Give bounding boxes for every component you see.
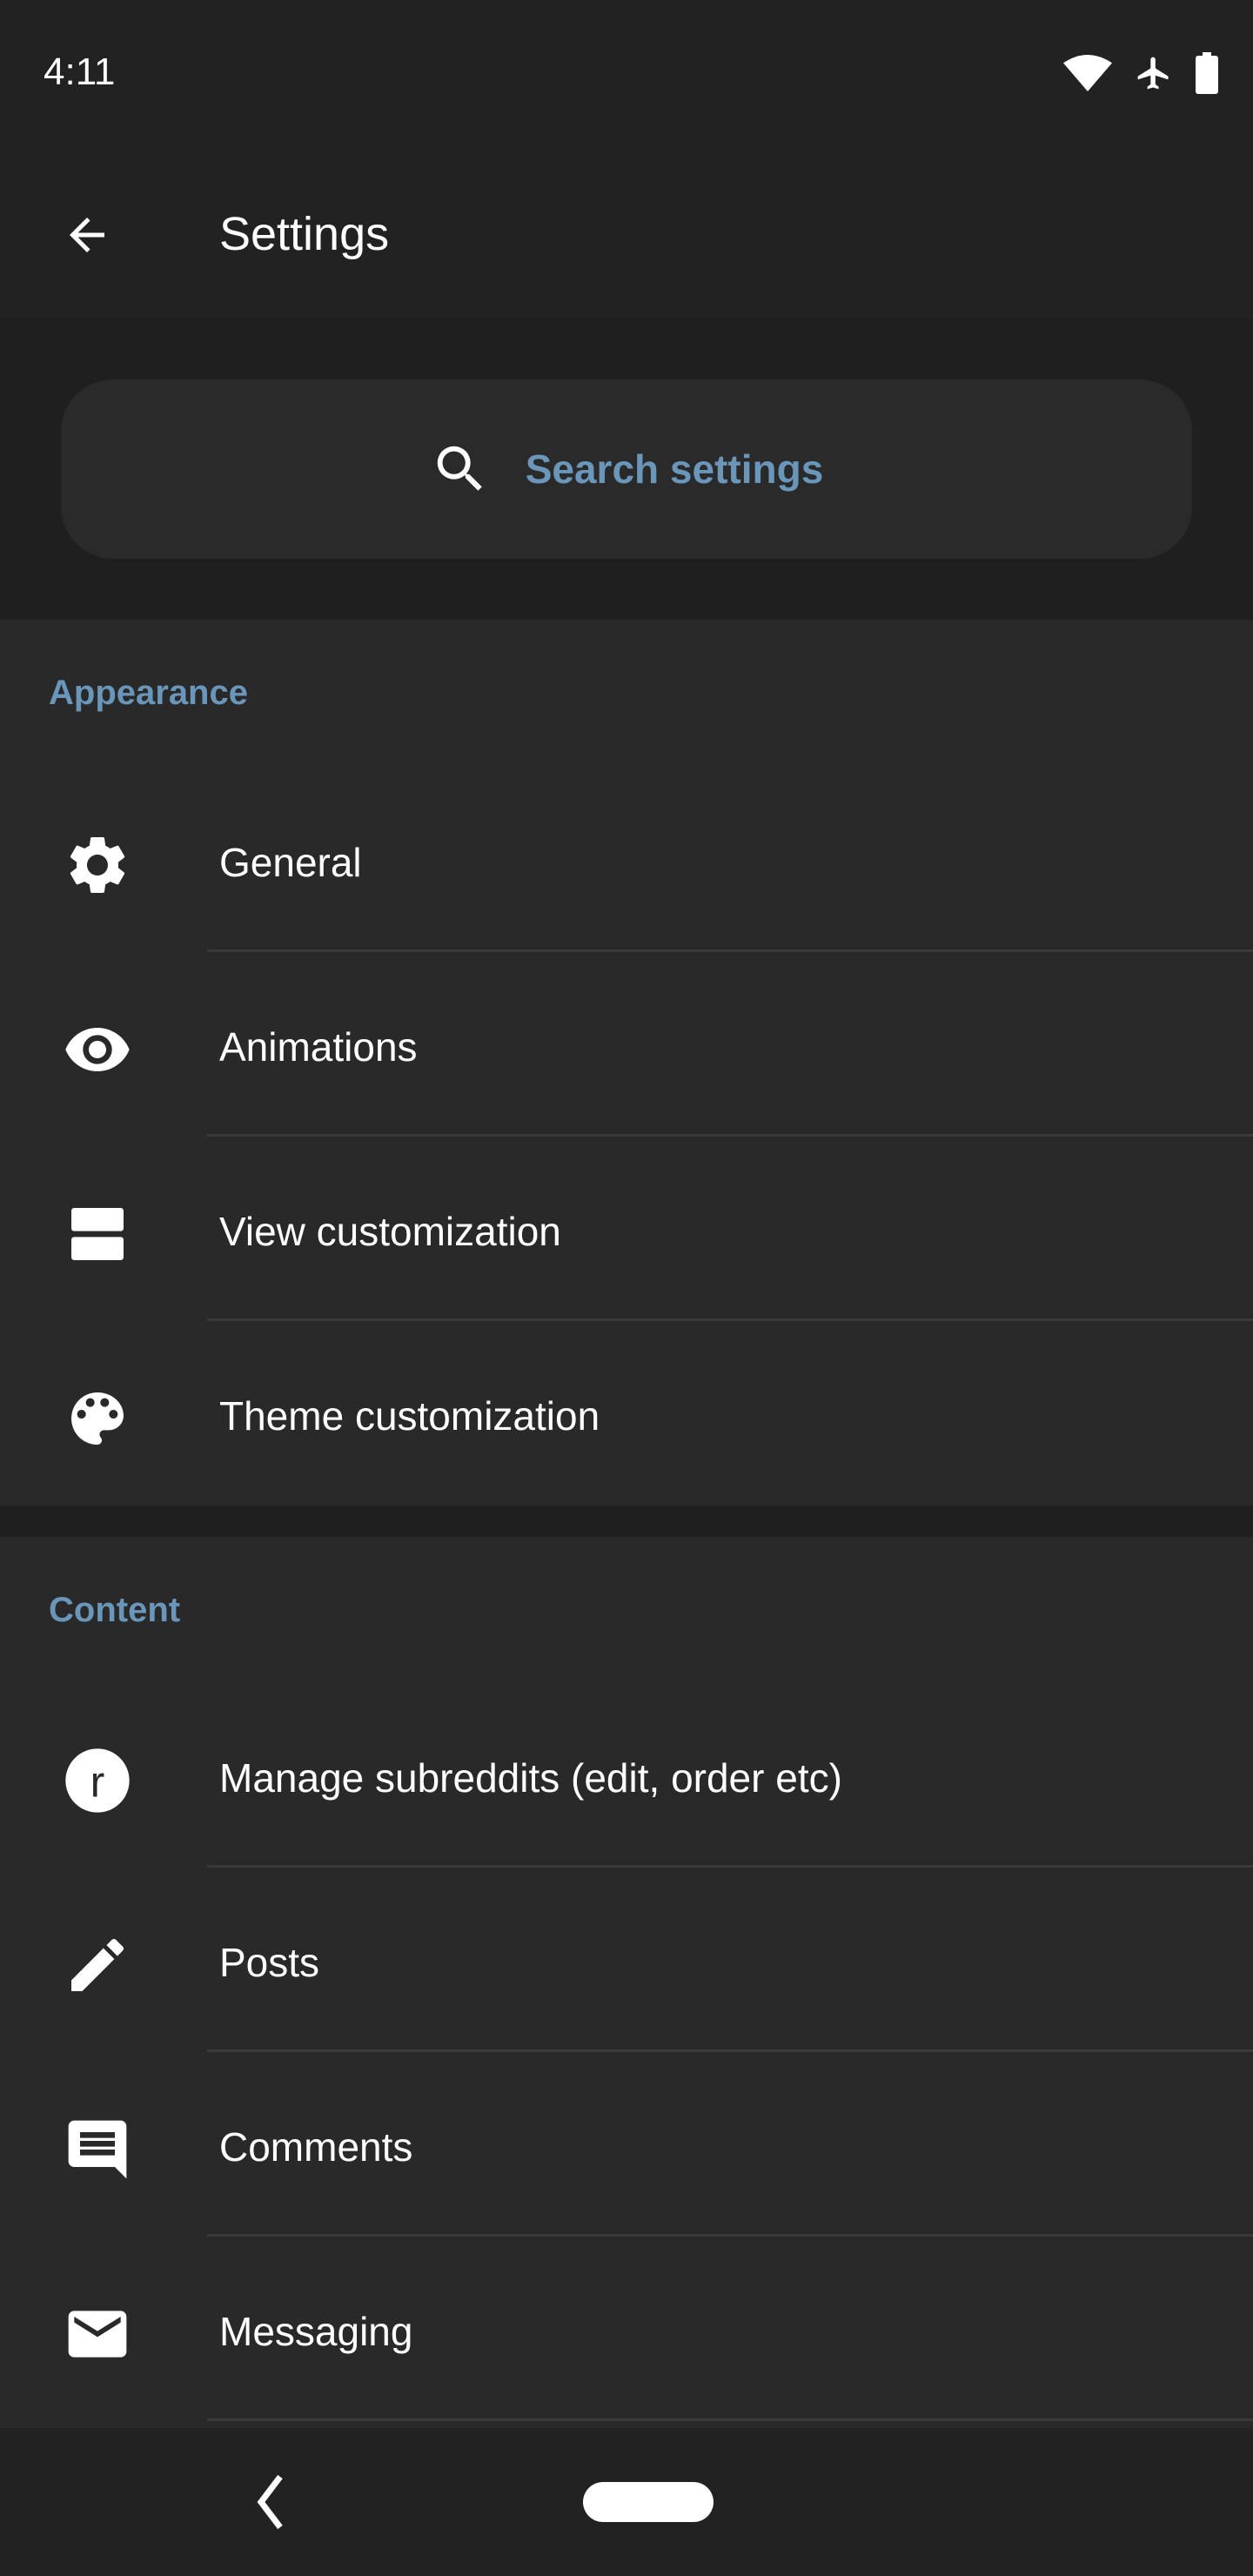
gear-icon <box>63 830 132 900</box>
settings-item-theme-customization[interactable]: Theme customization <box>0 1321 1253 1506</box>
item-label: View customization <box>219 1209 561 1254</box>
status-time: 4:11 <box>44 50 116 93</box>
view-agenda-icon <box>63 1199 132 1269</box>
wifi-icon <box>1063 55 1112 91</box>
settings-item-general[interactable]: General <box>0 768 1253 952</box>
section-header: Content <box>49 1591 181 1629</box>
nav-back-icon[interactable] <box>252 2472 287 2532</box>
palette-icon <box>63 1384 132 1453</box>
item-label: Comments <box>219 2124 413 2170</box>
item-label: General <box>219 840 362 885</box>
reddit-icon: r <box>63 1746 132 1815</box>
item-label: Animations <box>219 1024 418 1070</box>
arrow-back-icon <box>70 218 104 252</box>
home-pill[interactable] <box>583 2482 714 2522</box>
app-bar: Settings <box>0 148 1253 319</box>
item-label: Posts <box>219 1940 320 1985</box>
airplane-mode-icon <box>1137 57 1169 90</box>
settings-item-manage-subreddits[interactable]: r Manage subreddits (edit, order etc) <box>0 1683 1253 1868</box>
battery-icon <box>1196 52 1218 94</box>
mail-icon <box>63 2299 132 2369</box>
eye-icon <box>63 1015 132 1084</box>
search-icon <box>437 446 482 491</box>
settings-item-comments[interactable]: Comments <box>0 2052 1253 2237</box>
item-label: Manage subreddits (edit, order etc) <box>219 1755 842 1801</box>
navigation-bar <box>0 2428 1253 2576</box>
back-button[interactable] <box>52 200 122 270</box>
settings-item-animations[interactable]: Animations <box>0 952 1253 1137</box>
search-placeholder: Search settings <box>525 446 824 492</box>
divider <box>207 2418 1253 2421</box>
search-container: Search settings <box>0 319 1253 620</box>
comment-icon <box>63 2115 132 2184</box>
status-bar: 4:11 <box>0 0 1253 148</box>
svg-text:r: r <box>90 1757 105 1806</box>
section-header: Appearance <box>49 674 248 712</box>
settings-item-posts[interactable]: Posts <box>0 1868 1253 2052</box>
settings-item-view-customization[interactable]: View customization <box>0 1137 1253 1321</box>
item-label: Messaging <box>219 2309 413 2354</box>
page-title: Settings <box>219 208 390 260</box>
item-label: Theme customization <box>219 1393 600 1439</box>
settings-item-messaging[interactable]: Messaging <box>0 2237 1253 2421</box>
pencil-icon <box>63 1930 132 2000</box>
search-input[interactable]: Search settings <box>61 379 1192 559</box>
section-gap <box>0 1506 1253 1537</box>
